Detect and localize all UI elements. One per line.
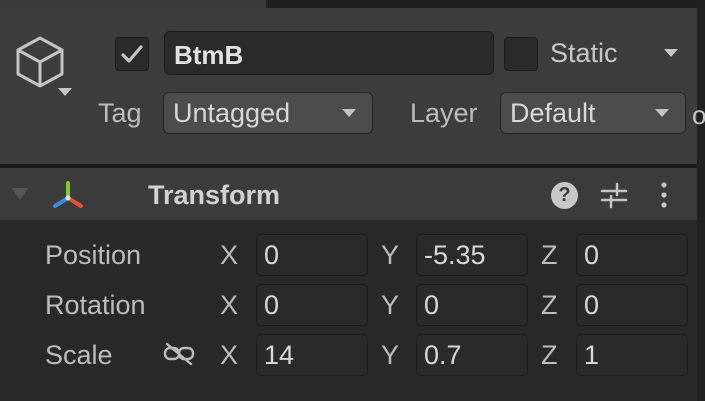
rotation-x-field[interactable]: 0 — [256, 284, 368, 326]
transform-component-header[interactable] — [0, 168, 697, 220]
scale-label: Scale — [45, 340, 113, 370]
position-x-field[interactable]: 0 — [256, 234, 368, 276]
kebab-menu-icon[interactable] — [654, 180, 674, 210]
position-z-field[interactable]: 0 — [576, 234, 688, 276]
checkmark-icon — [121, 45, 143, 63]
name-input[interactable]: BtmB — [164, 31, 494, 75]
rotation-z-field[interactable]: 0 — [576, 284, 688, 326]
axis-x-label[interactable]: X — [220, 290, 238, 321]
tag-label: Tag — [98, 98, 142, 128]
axis-y-label[interactable]: Y — [381, 290, 399, 321]
axis-z-label[interactable]: Z — [541, 240, 558, 271]
clipped-glyph: o — [692, 100, 705, 130]
component-title: Transform — [148, 180, 281, 210]
chevron-down-icon — [655, 109, 669, 117]
unlinked-chain-icon[interactable] — [163, 342, 195, 366]
layer-value: Default — [510, 98, 596, 128]
scale-y-field[interactable]: 0.7 — [416, 334, 528, 376]
position-y-field[interactable]: -5.35 — [416, 234, 528, 276]
layer-label: Layer — [410, 98, 478, 128]
tag-dropdown[interactable]: Untagged — [163, 92, 373, 134]
static-checkbox[interactable] — [504, 37, 538, 71]
axis-x-label[interactable]: X — [220, 240, 238, 271]
foldout-arrow-icon[interactable] — [12, 188, 28, 200]
rotation-label: Rotation — [45, 290, 146, 320]
cube-icon[interactable] — [12, 32, 72, 98]
position-label: Position — [45, 240, 142, 270]
scale-x-field[interactable]: 14 — [256, 334, 368, 376]
axis-z-label[interactable]: Z — [541, 290, 558, 321]
axis-y-label[interactable]: Y — [381, 340, 399, 371]
scale-z-field[interactable]: 1 — [576, 334, 688, 376]
scrollbar-track[interactable] — [697, 0, 705, 401]
help-icon[interactable]: ? — [551, 182, 578, 209]
help-glyph: ? — [558, 184, 571, 206]
active-checkbox[interactable] — [115, 37, 149, 71]
tab-strip — [0, 0, 266, 8]
static-dropdown-arrow-icon[interactable] — [664, 49, 678, 57]
transform-icon — [53, 181, 83, 208]
top-strip — [0, 0, 705, 8]
presets-icon[interactable] — [600, 181, 628, 209]
chevron-down-icon — [342, 109, 356, 117]
tag-value: Untagged — [173, 98, 291, 128]
layer-dropdown[interactable]: Default — [500, 92, 686, 134]
axis-z-label[interactable]: Z — [541, 340, 558, 371]
axis-x-label[interactable]: X — [220, 340, 238, 371]
rotation-y-field[interactable]: 0 — [416, 284, 528, 326]
static-label: Static — [550, 38, 618, 68]
axis-y-label[interactable]: Y — [381, 240, 399, 271]
